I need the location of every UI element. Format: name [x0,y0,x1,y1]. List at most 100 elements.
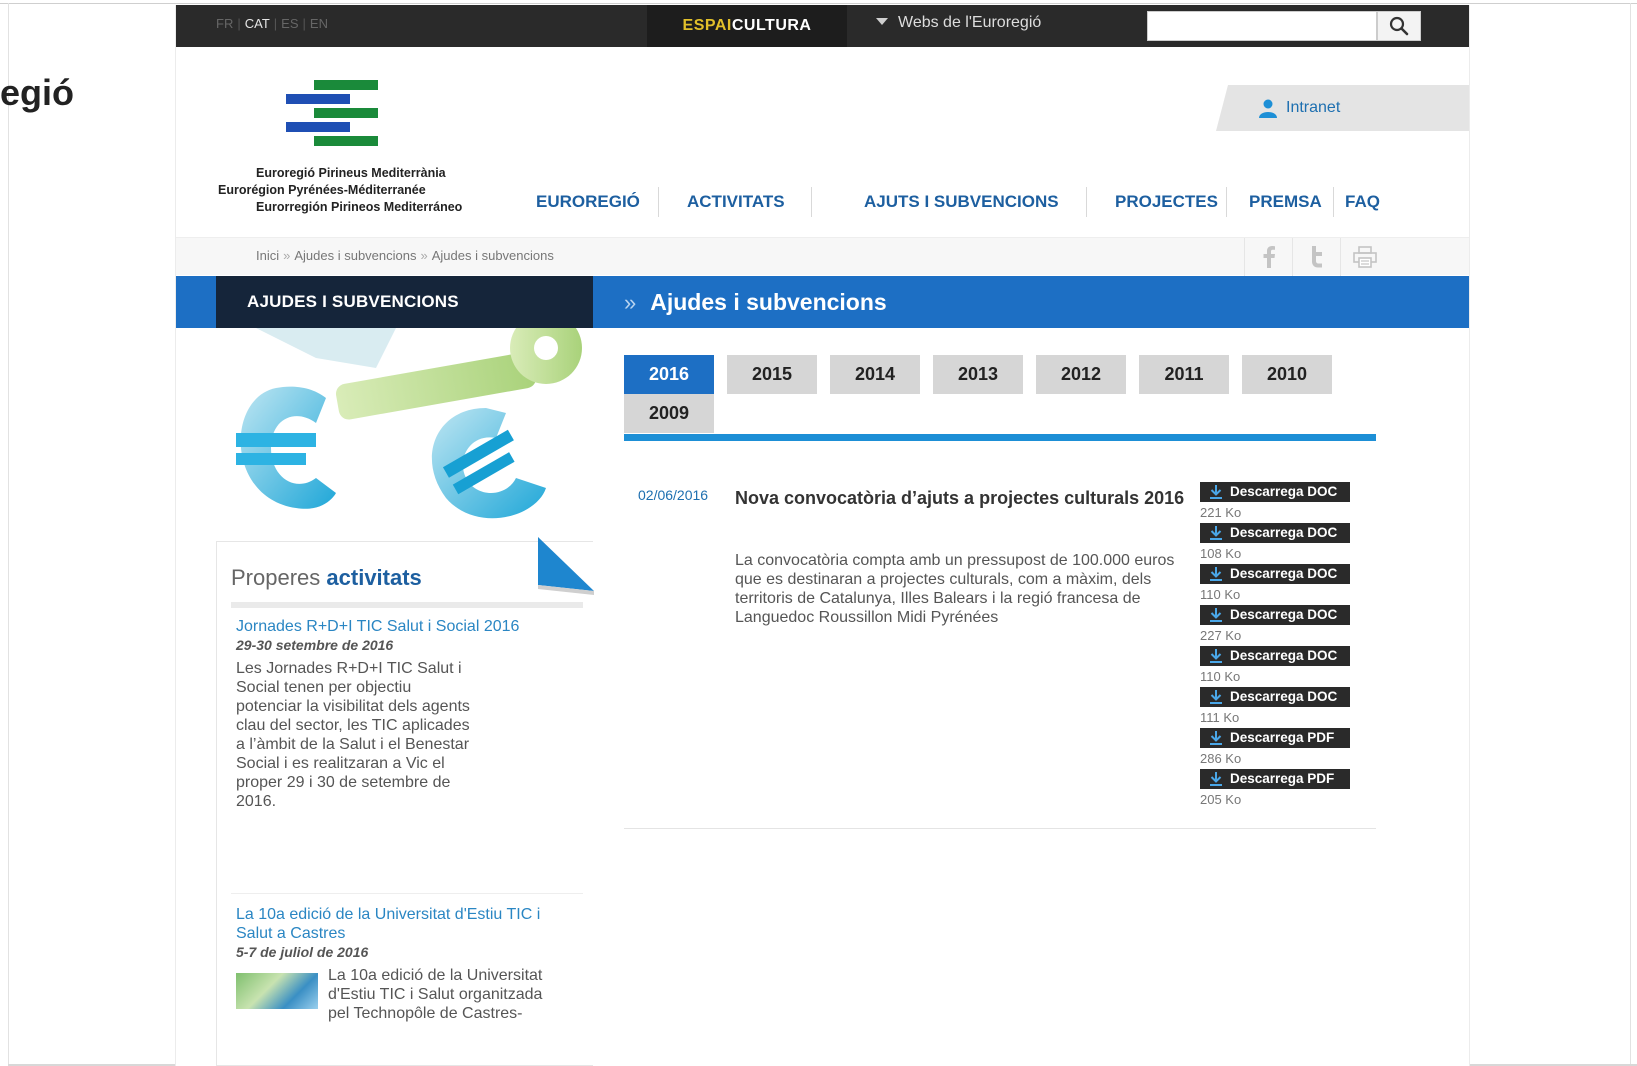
nav-faq[interactable]: FAQ [1345,185,1380,219]
sidebar-section-title: AJUDES I SUBVENCIONS [216,276,593,328]
search-button[interactable] [1377,11,1421,41]
download-item: Descarrega DOC 227 Ko [1200,605,1350,643]
nav-ajuts-subvencions[interactable]: AJUTS I SUBVENCIONS [864,185,1059,219]
breadcrumb: Inici» Ajudes i subvencions» Ajudes i subv… [256,248,554,263]
webs-euroregio-dropdown[interactable]: Webs de l'Euroregió [876,14,1041,32]
tab-2009[interactable]: 2009 [624,394,714,433]
nav-activitats[interactable]: ACTIVITATS [687,185,785,219]
tab-2012[interactable]: 2012 [1036,355,1126,394]
download-label: Descarrega DOC [1230,648,1338,663]
download-item: Descarrega DOC 111 Ko [1200,687,1350,725]
download-label: Descarrega DOC [1230,484,1338,499]
event-date: 5-7 de juliol de 2016 [236,944,369,960]
window-right-border [1630,3,1631,1065]
lang-es[interactable]: ES [281,16,298,31]
divider [624,828,1376,829]
user-icon [1259,99,1277,118]
event-title-link[interactable]: La 10a edició de la Universitat d'Estiu … [236,905,566,943]
breadcrumb-home[interactable]: Inici [256,248,279,263]
download-label: Descarrega PDF [1230,730,1335,745]
file-size: 221 Ko [1200,505,1242,520]
breadcrumb-bar: Inici» Ajudes i subvencions» Ajudes i subv… [176,237,1469,276]
breadcrumb-current: Ajudes i subvencions [431,248,554,263]
search-input[interactable] [1147,11,1377,41]
tab-2010[interactable]: 2010 [1242,355,1332,394]
window-left-border [8,3,9,1065]
divider [231,893,583,894]
breadcrumb-item[interactable]: Ajudes i subvencions [294,248,416,263]
event-thumbnail[interactable] [236,973,318,1009]
print-button[interactable] [1340,238,1388,276]
download-button[interactable]: Descarrega DOC [1200,605,1350,625]
entry-date: 02/06/2016 [638,487,709,503]
espai-cultura-link[interactable]: ESPAICULTURA [647,5,847,47]
main-navigation: EUROREGIÓ ACTIVITATS AJUTS I SUBVENCIONS… [176,185,1469,219]
tab-2013[interactable]: 2013 [933,355,1023,394]
lang-en[interactable]: EN [310,16,328,31]
download-button[interactable]: Descarrega DOC [1200,564,1350,584]
download-icon [1210,567,1222,581]
espai-word: ESPAI [682,17,732,34]
nav-projectes[interactable]: PROJECTES [1115,185,1218,219]
nav-divider [1333,187,1334,217]
file-size: 286 Ko [1200,751,1242,766]
lang-fr[interactable]: FR [216,16,233,31]
download-icon [1210,526,1222,540]
window-top-border [0,3,1637,4]
entry-title: Nova convocatòria d’ajuts a projectes cu… [735,488,1185,508]
download-button[interactable]: Descarrega PDF [1200,769,1350,789]
download-button[interactable]: Descarrega PDF [1200,728,1350,748]
tab-2015[interactable]: 2015 [727,355,817,394]
corner-ribbon-icon [538,537,594,595]
top-bar: FR | CAT | ES | EN ESPAICULTURA Webs de l'Euro… [176,5,1469,47]
download-label: Descarrega DOC [1230,566,1338,581]
download-button[interactable]: Descarrega DOC [1200,687,1350,707]
download-item: Descarrega DOC 221 Ko [1200,482,1350,520]
download-icon [1210,731,1222,745]
file-size: 227 Ko [1200,628,1242,643]
download-item: Descarrega DOC 110 Ko [1200,646,1350,684]
divider [231,602,583,608]
twitter-share-button[interactable] [1292,238,1340,276]
download-item: Descarrega PDF 205 Ko [1200,769,1350,807]
file-size: 108 Ko [1200,546,1242,561]
download-button[interactable]: Descarrega DOC [1200,482,1350,502]
language-selector: FR | CAT | ES | EN [216,16,328,31]
tab-2014[interactable]: 2014 [830,355,920,394]
facebook-share-button[interactable] [1244,238,1292,276]
page-title: » Ajudes i subvencions [624,276,887,328]
search-icon [1389,16,1409,36]
double-chevron-icon: » [624,290,637,315]
intranet-button[interactable]: Intranet [1216,85,1469,131]
event-title-link[interactable]: Jornades R+D+I TIC Salut i Social 2016 [236,617,556,636]
facebook-icon [1263,246,1275,268]
nav-divider [1086,187,1087,217]
lang-cat[interactable]: CAT [245,16,270,31]
nav-divider [811,187,812,217]
tab-2016[interactable]: 2016 [624,355,714,394]
nav-euroregio[interactable]: EUROREGIÓ [536,185,640,219]
download-item: Descarrega DOC 108 Ko [1200,523,1350,561]
download-button[interactable]: Descarrega DOC [1200,646,1350,666]
file-size: 110 Ko [1200,587,1241,602]
download-item: Descarrega PDF 286 Ko [1200,728,1350,766]
event-date: 29-30 setembre de 2016 [236,637,394,653]
upcoming-activities-title: Properes activitats [231,565,422,590]
tabs-underline [624,434,1376,441]
webs-label: Webs de l'Euroregió [898,14,1042,31]
download-label: Descarrega DOC [1230,525,1338,540]
file-size: 110 Ko [1200,669,1241,684]
euroregio-logo-icon [286,80,378,146]
twitter-icon [1311,246,1322,268]
intranet-label: Intranet [1286,99,1341,116]
download-label: Descarrega DOC [1230,607,1338,622]
tab-2011[interactable]: 2011 [1139,355,1229,394]
download-button[interactable]: Descarrega DOC [1200,523,1350,543]
nav-premsa[interactable]: PREMSA [1249,185,1322,219]
file-size: 205 Ko [1200,792,1242,807]
download-item: Descarrega DOC 110 Ko [1200,564,1350,602]
background-page-title: egió [0,72,75,113]
download-icon [1210,485,1222,499]
cultura-word: CULTURA [731,17,812,34]
download-icon [1210,649,1222,663]
